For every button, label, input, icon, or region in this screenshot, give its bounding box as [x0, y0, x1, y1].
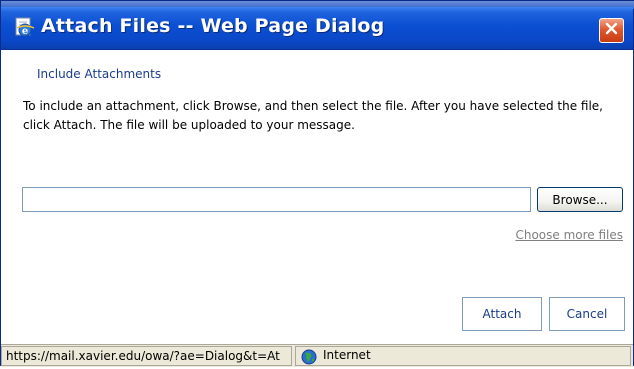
- window-title: Attach Files -- Web Page Dialog: [41, 15, 385, 37]
- choose-more-files-link[interactable]: Choose more files: [515, 228, 623, 242]
- globe-icon: [301, 349, 317, 365]
- file-path-input[interactable]: [22, 187, 531, 212]
- dialog-content: Include Attachments To include an attach…: [1, 50, 633, 344]
- zone-label: Internet: [323, 348, 371, 362]
- security-zone[interactable]: Internet: [295, 346, 631, 366]
- attach-button[interactable]: Attach: [462, 297, 542, 331]
- browse-button[interactable]: Browse...: [537, 187, 623, 212]
- title-bar[interactable]: e Attach Files -- Web Page Dialog: [1, 7, 633, 50]
- instructions-text: To include an attachment, click Browse, …: [23, 99, 603, 132]
- ie-page-icon: e: [13, 16, 35, 38]
- svg-text:e: e: [22, 26, 28, 37]
- dialog-window: e Attach Files -- Web Page Dialog Includ…: [0, 0, 634, 367]
- dialog-heading: Include Attachments: [37, 67, 162, 81]
- status-url: https://mail.xavier.edu/owa/?ae=Dialog&t…: [1, 346, 292, 366]
- close-button[interactable]: [599, 18, 624, 43]
- status-bar: https://mail.xavier.edu/owa/?ae=Dialog&t…: [1, 344, 633, 367]
- cancel-button[interactable]: Cancel: [549, 297, 625, 331]
- close-icon: [604, 21, 619, 40]
